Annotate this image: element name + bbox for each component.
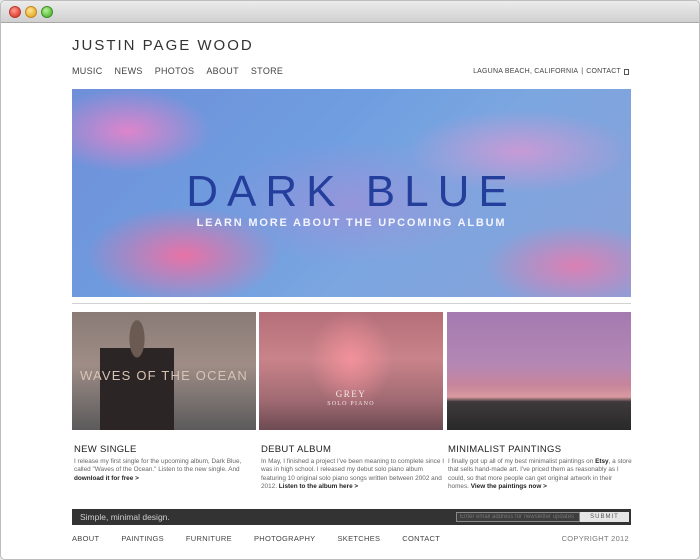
window-titlebar [1, 1, 699, 23]
copyright: COPYRIGHT 2012 [561, 534, 629, 543]
zoom-window-button[interactable] [41, 6, 53, 18]
nav-item-music[interactable]: MUSIC [72, 66, 103, 76]
paintings-heading: MINIMALIST PAINTINGS [448, 444, 562, 455]
debut-album-heading: DEBUT ALBUM [261, 444, 332, 455]
new-single-text: I release my first single for the upcomi… [74, 458, 242, 482]
footer-item-furniture[interactable]: FURNITURE [186, 534, 232, 543]
single-cover-title: WAVES OF THE OCEAN [80, 368, 248, 383]
hero-banner[interactable]: DARK BLUE LEARN MORE ABOUT THE UPCOMING … [72, 89, 631, 297]
album-cover-title: GREY [335, 389, 367, 399]
browser-window: JUSTIN PAGE WOOD MUSIC NEWS PHOTOS ABOUT… [0, 0, 700, 560]
newsletter-email-input[interactable] [456, 512, 580, 522]
debut-album-column: DEBUT ALBUM In May, I finished a project… [261, 444, 445, 492]
tagline: Simple, minimal design. [80, 512, 170, 522]
nav-item-news[interactable]: NEWS [115, 66, 143, 76]
separator: | [581, 68, 584, 75]
minimize-window-button[interactable] [25, 6, 37, 18]
download-link[interactable]: download it for free > [74, 475, 139, 482]
footer-item-contact[interactable]: CONTACT [402, 534, 440, 543]
paintings-text: I finally got up all of my best minimali… [448, 458, 632, 491]
footer-nav: ABOUT PAINTINGS FURNITURE PHOTOGRAPHY SK… [72, 534, 440, 543]
album-cover-subtitle: SOLO PIANO [327, 401, 375, 407]
site-title[interactable]: JUSTIN PAGE WOOD [72, 37, 254, 54]
paintings-column: MINIMALIST PAINTINGS I finally got up al… [448, 444, 632, 492]
album-cover-image[interactable]: GREY SOLO PIANO [259, 312, 443, 430]
nav-item-about[interactable]: ABOUT [206, 66, 239, 76]
new-single-column: NEW SINGLE I release my first single for… [74, 444, 258, 483]
painting-image[interactable] [447, 312, 631, 430]
footer-item-sketches[interactable]: SKETCHES [337, 534, 380, 543]
single-cover-image[interactable]: WAVES OF THE OCEAN [72, 312, 256, 430]
nav-item-photos[interactable]: PHOTOS [155, 66, 195, 76]
footer-item-photography[interactable]: PHOTOGRAPHY [254, 534, 316, 543]
hero-subtitle-link[interactable]: LEARN MORE ABOUT THE UPCOMING ALBUM [72, 217, 631, 229]
listen-album-link[interactable]: Listen to the album here > [279, 483, 358, 490]
footer-item-paintings[interactable]: PAINTINGS [121, 534, 164, 543]
section-divider [72, 303, 631, 304]
view-paintings-link[interactable]: View the paintings now > [471, 483, 547, 490]
newsletter-bar: Simple, minimal design. SUBMIT [72, 509, 631, 525]
nav-item-store[interactable]: STORE [251, 66, 283, 76]
close-window-button[interactable] [9, 6, 21, 18]
mail-icon[interactable] [624, 68, 629, 75]
location-contact: LAGUNA BEACH, CALIFORNIA | CONTACT [473, 68, 629, 75]
location-text: LAGUNA BEACH, CALIFORNIA [473, 68, 579, 75]
debut-album-text: In May, I finished a project I've been m… [261, 458, 444, 491]
main-nav: MUSIC NEWS PHOTOS ABOUT STORE [72, 66, 283, 76]
hero-title: DARK BLUE [186, 167, 517, 216]
newsletter-submit-button[interactable]: SUBMIT [580, 512, 629, 522]
footer-item-about[interactable]: ABOUT [72, 534, 99, 543]
etsy-link[interactable]: Etsy [595, 458, 609, 465]
new-single-heading: NEW SINGLE [74, 444, 137, 455]
contact-link[interactable]: CONTACT [586, 68, 621, 75]
